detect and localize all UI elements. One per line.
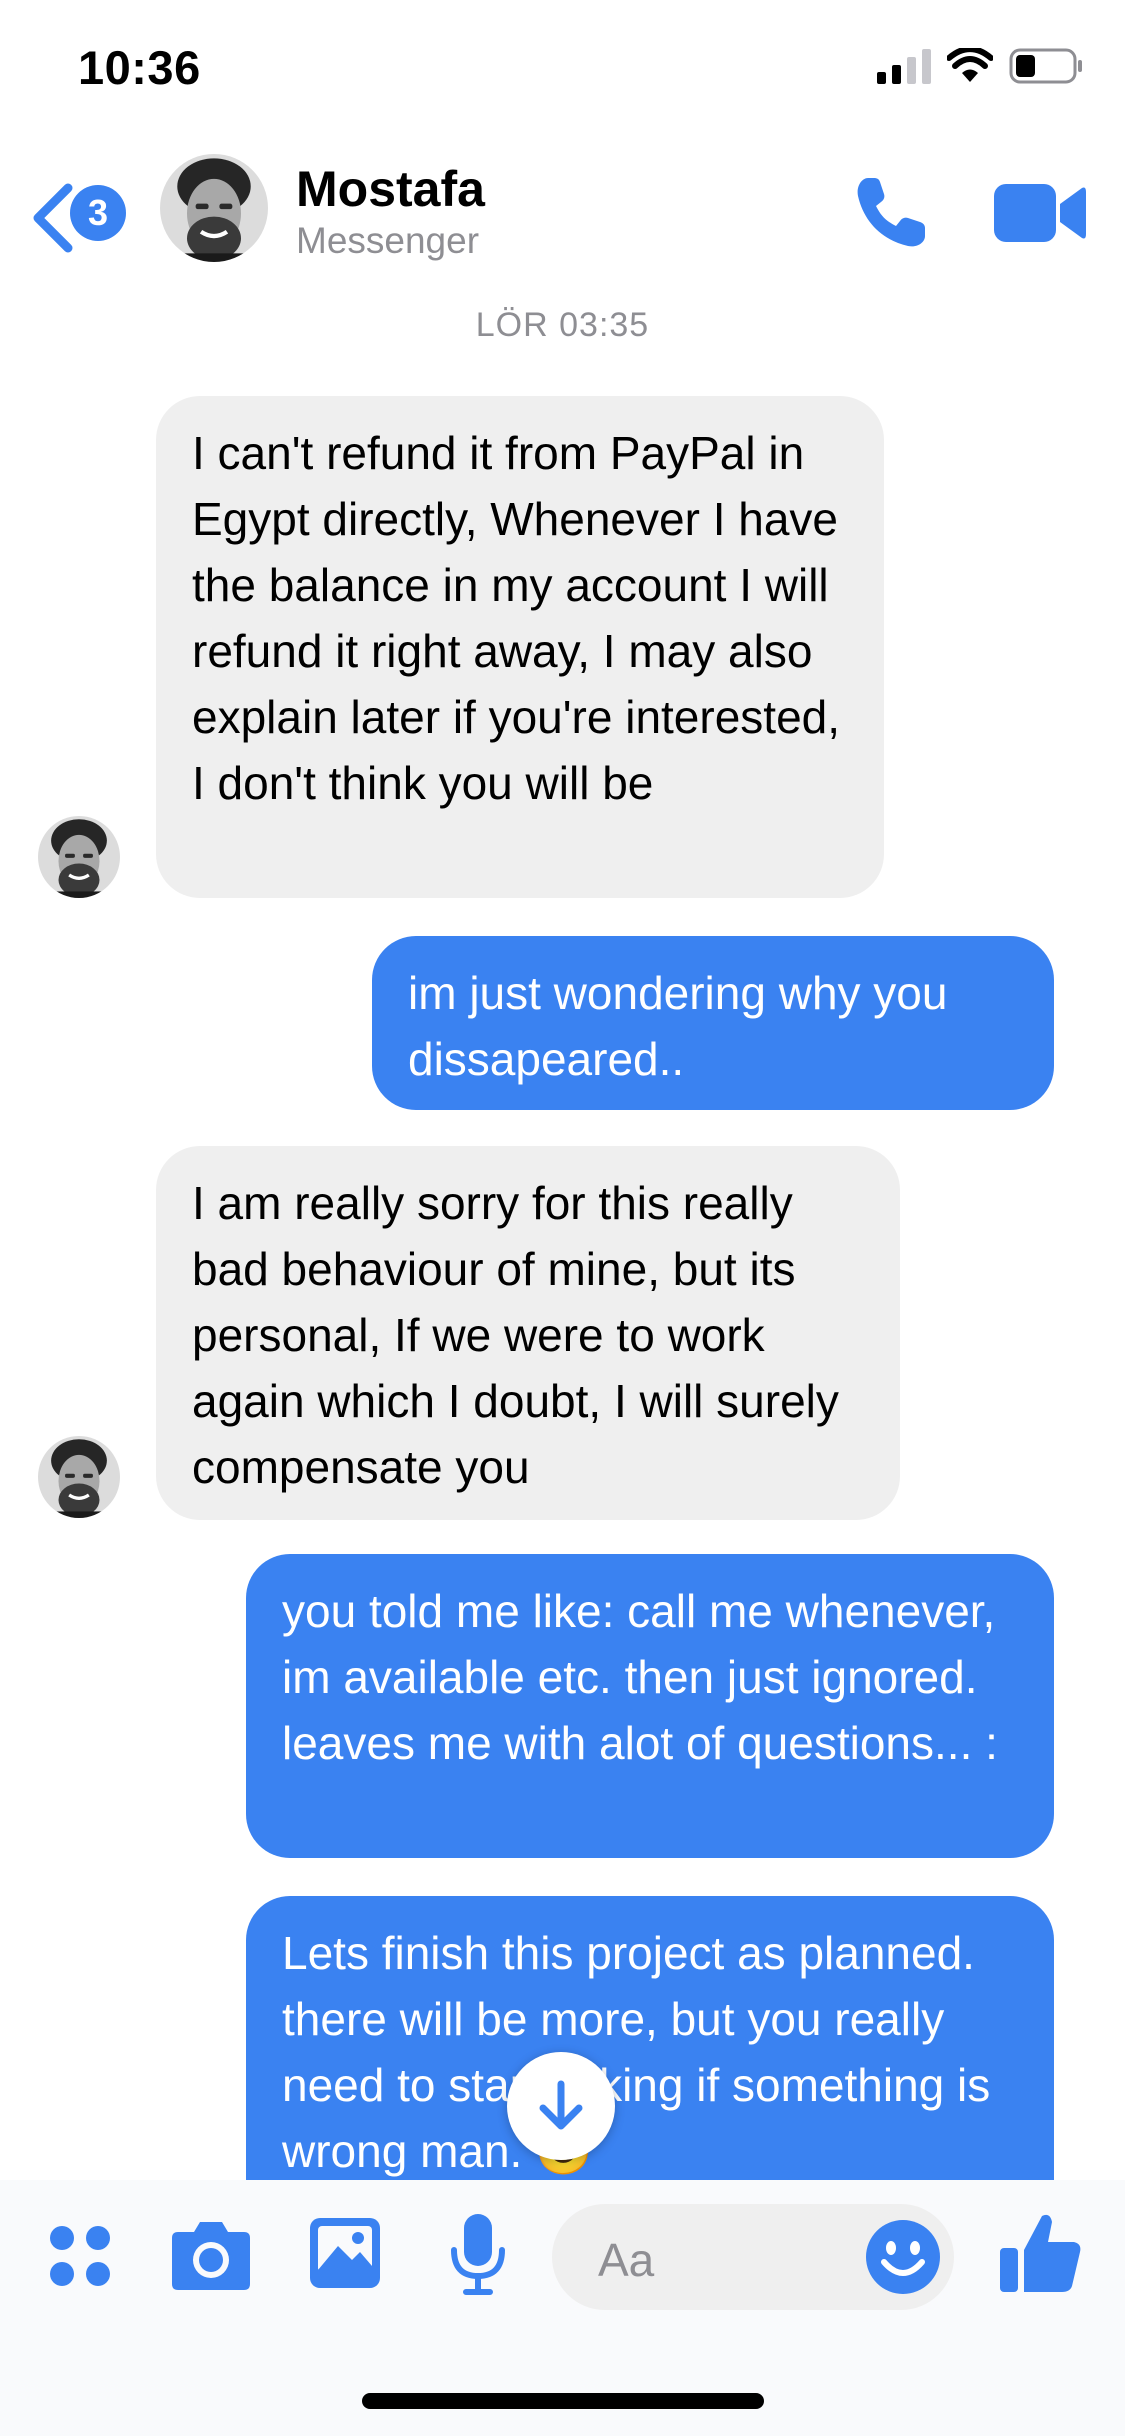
contact-subtitle: Messenger xyxy=(296,220,480,261)
video-call-button[interactable] xyxy=(990,178,1090,248)
conversation-header: 3 Mostafa Messenger xyxy=(0,140,1125,290)
apps-button[interactable] xyxy=(48,2224,112,2293)
gallery-button[interactable] xyxy=(308,2216,382,2295)
voice-message-button[interactable] xyxy=(448,2212,508,2301)
status-time: 10:36 xyxy=(78,41,201,94)
status-bar: 10:36 xyxy=(0,0,1125,140)
message-timestamp: LÖR 03:35 xyxy=(475,306,650,344)
emoji-button[interactable] xyxy=(864,2218,942,2296)
home-indicator[interactable] xyxy=(362,2393,764,2409)
arrow-down-icon xyxy=(539,2080,583,2130)
camera-button[interactable] xyxy=(170,2216,252,2297)
message-bubble-outgoing[interactable]: Lets finish this project as planned. the… xyxy=(246,1896,1054,2180)
message-input[interactable]: Aa xyxy=(552,2204,954,2310)
gallery-icon xyxy=(310,2218,380,2288)
video-camera-icon xyxy=(994,184,1086,242)
message-bubble-outgoing[interactable]: you told me like: call me whenever, im a… xyxy=(246,1554,1054,1858)
battery-icon xyxy=(1009,48,1083,84)
thumbs-up-icon xyxy=(1000,2214,1081,2292)
camera-icon xyxy=(172,2222,250,2290)
like-button[interactable] xyxy=(998,2210,1084,2296)
unread-count-badge: 3 xyxy=(70,185,126,241)
scroll-to-bottom-button[interactable] xyxy=(507,2052,615,2160)
contact-name[interactable]: Mostafa xyxy=(296,160,485,218)
contact-avatar[interactable] xyxy=(160,154,268,262)
call-button[interactable] xyxy=(850,172,930,252)
message-bubble-outgoing[interactable]: im just wondering why you dissapeared.. xyxy=(372,936,1054,1110)
emoji-icon xyxy=(866,2220,940,2294)
contact-avatar-small xyxy=(38,816,120,898)
phone-icon xyxy=(857,178,925,247)
signal-icon xyxy=(877,48,931,84)
message-list[interactable]: LÖR 03:35 I can't refund it from PayPal … xyxy=(0,290,1125,2180)
contact-avatar-small xyxy=(38,1436,120,1518)
message-bubble-incoming[interactable]: I am really sorry for this really bad be… xyxy=(156,1146,900,1520)
apps-grid-icon xyxy=(50,2226,110,2286)
message-bubble-incoming[interactable]: I can't refund it from PayPal in Egypt d… xyxy=(156,396,884,898)
wifi-icon xyxy=(947,48,993,84)
status-icons xyxy=(877,48,1083,84)
message-input-placeholder: Aa xyxy=(598,2234,655,2286)
microphone-icon xyxy=(451,2214,505,2295)
